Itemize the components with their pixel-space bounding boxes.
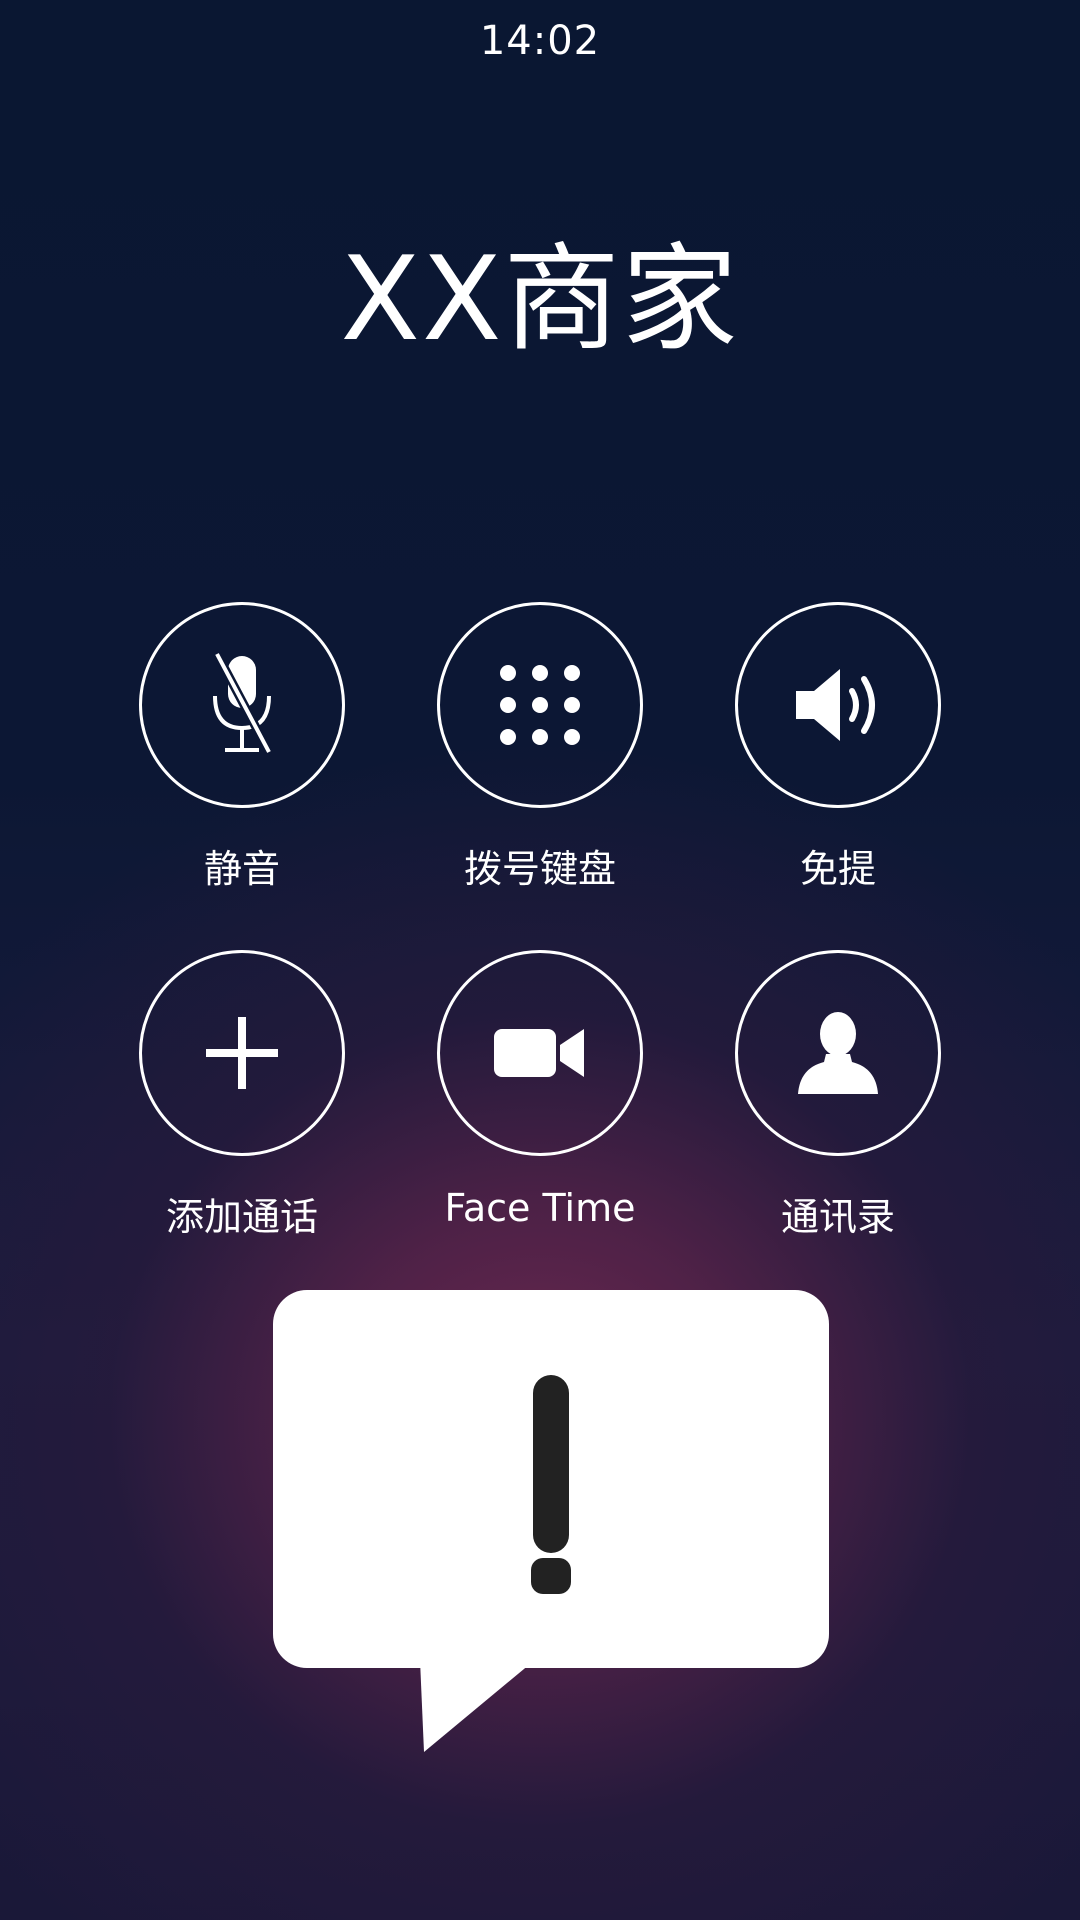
status-bar-time: 14:02 <box>479 18 601 64</box>
mute-button[interactable] <box>139 602 345 808</box>
caller-name: XX商家 <box>340 232 740 367</box>
keypad-button[interactable] <box>437 602 643 808</box>
keypad-icon <box>500 665 580 745</box>
video-camera-icon <box>494 1029 584 1077</box>
alert-bubble <box>273 1290 829 1668</box>
contact-person-icon <box>798 1012 878 1094</box>
facetime-label: Face Time <box>444 1186 636 1230</box>
facetime-control: Face Time <box>420 950 660 1230</box>
contacts-control: 通讯录 <box>718 950 958 1241</box>
facetime-button[interactable] <box>437 950 643 1156</box>
mute-control: 静音 <box>122 602 362 893</box>
add-call-label: 添加通话 <box>165 1195 318 1239</box>
microphone-muted-icon <box>213 651 273 755</box>
keypad-label: 拨号键盘 <box>463 847 616 891</box>
mute-label: 静音 <box>203 847 280 891</box>
keypad-control: 拨号键盘 <box>420 602 660 893</box>
speaker-control: 免提 <box>718 602 958 893</box>
add-call-button[interactable] <box>139 950 345 1156</box>
speaker-icon <box>796 669 875 741</box>
plus-icon <box>206 1017 278 1089</box>
contacts-button[interactable] <box>735 950 941 1156</box>
add-call-control: 添加通话 <box>122 950 362 1241</box>
contacts-label: 通讯录 <box>780 1195 895 1239</box>
speaker-button[interactable] <box>735 602 941 808</box>
call-screen: 14:02 XX商家 静音 拨号键盘 免提 添加通话 Face Time 通讯录 <box>0 0 1080 1920</box>
speaker-label: 免提 <box>799 847 876 891</box>
